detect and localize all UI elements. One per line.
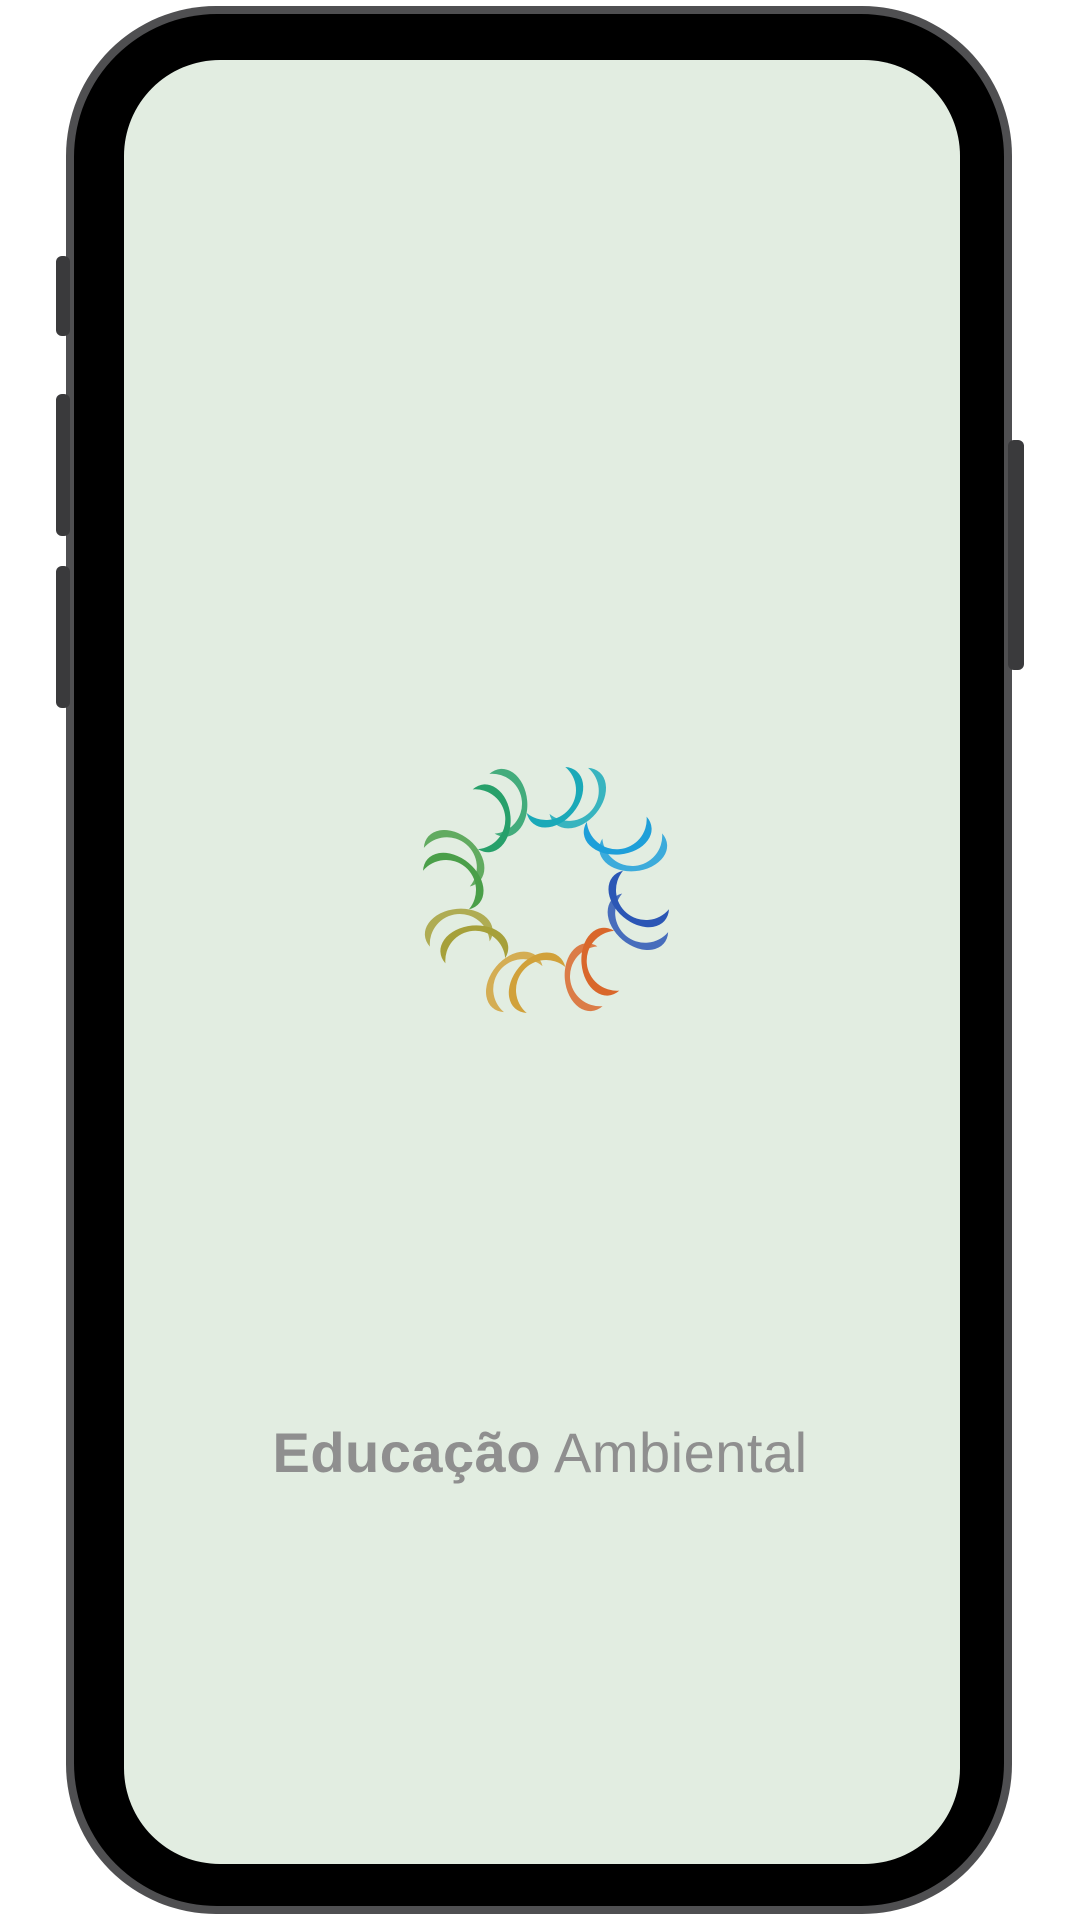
logo-crescent	[581, 927, 620, 996]
logo-crescent	[608, 870, 669, 928]
logo-crescent	[508, 952, 566, 1013]
logo-crescent	[423, 830, 485, 887]
logo-crescent	[549, 767, 606, 829]
logo-crescent	[472, 784, 511, 853]
logo-segment	[564, 927, 620, 1012]
logo-crescent	[486, 951, 543, 1013]
logo-segment	[526, 767, 606, 829]
logo-crescent	[423, 852, 484, 910]
app-title-regular: Ambiental	[554, 1421, 808, 1484]
logo-segment	[486, 951, 566, 1013]
logo-crescent	[440, 925, 509, 964]
silent-switch	[56, 256, 70, 336]
device-mockup: Educação Ambiental	[0, 0, 1080, 1920]
logo-segment	[424, 908, 509, 964]
pinwheel-logo-icon	[423, 767, 669, 1013]
app-title: Educação Ambiental	[120, 1420, 960, 1485]
logo-crescent	[526, 767, 584, 828]
logo-crescent	[607, 893, 669, 950]
volume-up-button	[56, 394, 70, 536]
logo-segment	[583, 816, 668, 872]
app-title-bold: Educação	[272, 1421, 542, 1484]
logo-segment	[423, 830, 485, 910]
volume-down-button	[56, 566, 70, 708]
logo-segment	[472, 768, 528, 853]
logo-crescent	[583, 816, 652, 855]
power-button	[1008, 440, 1024, 670]
logo-segment	[607, 870, 669, 950]
